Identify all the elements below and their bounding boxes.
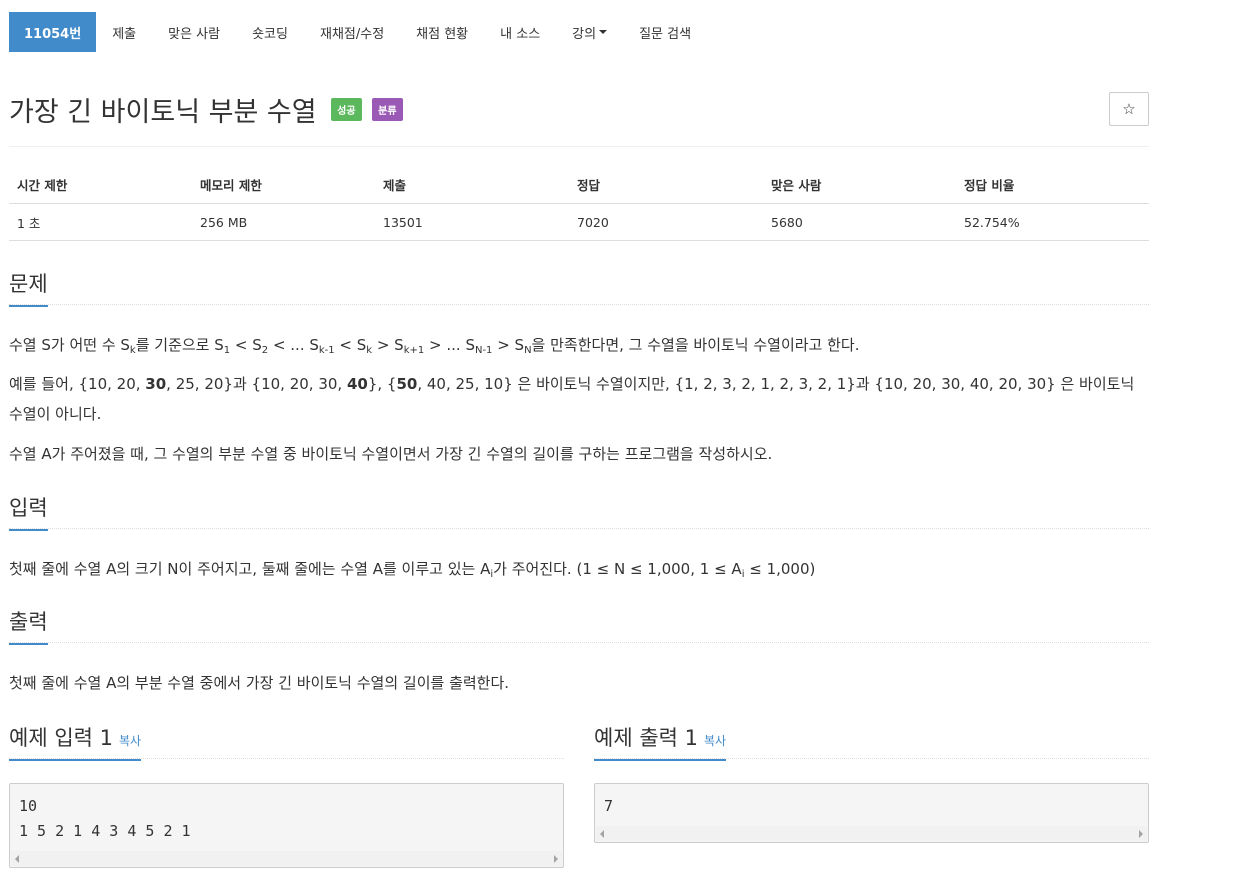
sample-output-title-wrap: 예제 출력 1 복사	[594, 722, 727, 761]
sample-output-title: 예제 출력 1	[594, 726, 698, 750]
description-paragraph-1: 수열 S가 어떤 수 Sk를 기준으로 S1 < S2 < ... Sk-1 <…	[9, 330, 1149, 360]
section-title-description: 문제	[9, 268, 48, 307]
section-output-header: 출력	[9, 606, 1149, 646]
section-title-input: 입력	[9, 492, 48, 531]
text: 가 주어진다. (1 ≤ N ≤ 1,000, 1 ≤ A	[493, 560, 742, 578]
problem-title: 가장 긴 바이토닉 부분 수열	[9, 97, 317, 128]
problem-title-wrap: 가장 긴 바이토닉 부분 수열 성공 분류	[9, 90, 403, 129]
header-accepted: 정답	[569, 167, 763, 204]
copy-sample-output-link[interactable]: 복사	[704, 734, 726, 748]
value-accepted-users: 5680	[763, 203, 956, 241]
tab-lecture-label: 강의	[572, 26, 597, 42]
text: 을 만족한다면, 그 수열을 바이토닉 수열이라고 한다.	[531, 336, 860, 354]
problem-nav: 11054번 제출 맞은 사람 숏코딩 재채점/수정 채점 현황 내 소스 강의…	[9, 12, 707, 52]
sample-input-box[interactable]: 10 1 5 2 1 4 3 4 5 2 1	[9, 783, 564, 868]
horizontal-scrollbar[interactable]	[11, 851, 562, 866]
sample-input-header: 예제 입력 1 복사	[9, 722, 564, 762]
subscript: k+1	[403, 345, 425, 356]
horizontal-scrollbar[interactable]	[596, 826, 1147, 841]
star-icon: ☆	[1122, 100, 1136, 118]
scroll-right-icon[interactable]	[1139, 830, 1143, 838]
value-accepted: 7020	[569, 203, 763, 241]
section-input-header: 입력	[9, 492, 1149, 532]
section-rule	[9, 642, 1149, 643]
favorite-star-button[interactable]: ☆	[1109, 92, 1149, 126]
scroll-left-icon[interactable]	[600, 830, 604, 838]
text: 수열 S가 어떤 수 S	[9, 336, 130, 354]
text: < S	[230, 336, 262, 354]
output-paragraph: 첫째 줄에 수열 A의 부분 수열 중에서 가장 긴 바이토닉 수열의 길이를 …	[9, 674, 510, 692]
bold-text: 30	[145, 375, 167, 393]
sample-input-title-wrap: 예제 입력 1 복사	[9, 722, 142, 761]
description-paragraph-3: 수열 A가 주어졌을 때, 그 수열의 부분 수열 중 바이토닉 수열이면서 가…	[9, 445, 773, 463]
status-badge-success: 성공	[331, 98, 362, 121]
header-memory-limit: 메모리 제한	[192, 167, 375, 204]
section-rule	[9, 304, 1149, 305]
sample-output-text: 7	[604, 797, 614, 815]
text: }, {	[367, 375, 397, 393]
problem-info-table: 시간 제한 메모리 제한 제출 정답 맞은 사람 정답 비율 1 초 256 M…	[9, 167, 1149, 241]
value-time-limit: 1 초	[9, 203, 192, 241]
section-title-output: 출력	[9, 606, 48, 645]
tab-submit[interactable]: 제출	[96, 12, 152, 52]
text: > S	[372, 336, 404, 354]
sample-output-box[interactable]: 7	[594, 783, 1149, 843]
subscript: N-1	[474, 345, 493, 356]
title-row: 가장 긴 바이토닉 부분 수열 성공 분류 ☆	[9, 90, 1149, 130]
header-time-limit: 시간 제한	[9, 167, 192, 204]
sample-input-title: 예제 입력 1	[9, 726, 113, 750]
text: > ... S	[424, 336, 475, 354]
text: < ... S	[268, 336, 319, 354]
tab-short-coding[interactable]: 숏코딩	[236, 12, 304, 52]
section-description-header: 문제	[9, 268, 1149, 308]
scroll-left-icon[interactable]	[15, 855, 19, 863]
section-rule	[9, 528, 1149, 529]
tab-question-search[interactable]: 질문 검색	[623, 12, 707, 52]
tab-rejudge[interactable]: 재채점/수정	[304, 12, 400, 52]
copy-sample-input-link[interactable]: 복사	[119, 734, 141, 748]
tab-status[interactable]: 채점 현황	[400, 12, 484, 52]
text: , 25, 20}과 {10, 20, 30,	[166, 375, 347, 393]
bold-text: 50	[396, 375, 418, 393]
text: 를 기준으로 S	[135, 336, 224, 354]
tab-accepted-users[interactable]: 맞은 사람	[152, 12, 236, 52]
tab-problem-number[interactable]: 11054번	[9, 12, 97, 52]
category-badge[interactable]: 분류	[372, 98, 403, 121]
table-row: 1 초 256 MB 13501 7020 5680 52.754%	[9, 203, 1149, 241]
caret-down-icon	[599, 30, 608, 34]
value-memory-limit: 256 MB	[192, 203, 375, 241]
header-accepted-users: 맞은 사람	[763, 167, 956, 204]
value-submissions: 13501	[375, 203, 569, 241]
value-accept-ratio: 52.754%	[956, 203, 1149, 241]
description-paragraph-2: 예를 들어, {10, 20, 30, 25, 20}과 {10, 20, 30…	[9, 369, 1149, 429]
header-accept-ratio: 정답 비율	[956, 167, 1149, 204]
subscript: k-1	[318, 345, 335, 356]
bold-text: 40	[346, 375, 368, 393]
sample-input-text: 10 1 5 2 1 4 3 4 5 2 1	[19, 797, 191, 840]
input-paragraph: 첫째 줄에 수열 A의 크기 N이 주어지고, 둘째 줄에는 수열 A를 이루고…	[9, 554, 1149, 584]
text: > S	[492, 336, 525, 354]
tab-my-source[interactable]: 내 소스	[484, 12, 556, 52]
tab-lecture-dropdown[interactable]: 강의	[556, 12, 623, 52]
text: < S	[334, 336, 367, 354]
table-header-row: 시간 제한 메모리 제한 제출 정답 맞은 사람 정답 비율	[9, 167, 1149, 204]
sample-output-header: 예제 출력 1 복사	[594, 722, 1149, 762]
header-submissions: 제출	[375, 167, 569, 204]
scroll-right-icon[interactable]	[554, 855, 558, 863]
subscript: N	[524, 345, 532, 356]
text: 예를 들어, {10, 20,	[9, 375, 146, 393]
text: 첫째 줄에 수열 A의 크기 N이 주어지고, 둘째 줄에는 수열 A를 이루고…	[9, 560, 491, 578]
title-divider	[9, 146, 1149, 147]
text: ≤ 1,000)	[744, 560, 816, 578]
